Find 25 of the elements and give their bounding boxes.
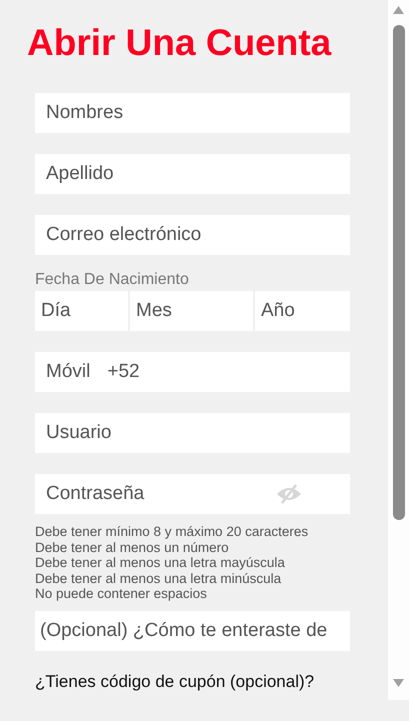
scroll-up-icon[interactable] xyxy=(393,6,404,14)
input-field[interactable]: Usuario xyxy=(35,413,350,453)
date-field[interactable]: Año xyxy=(255,291,350,331)
password-rule: No puede contener espacios xyxy=(35,586,208,602)
phone-field[interactable]: Móvil +52 xyxy=(35,352,350,392)
date-field[interactable]: Día xyxy=(35,291,128,331)
input-field[interactable]: Nombres xyxy=(35,93,350,133)
input-field[interactable]: (Opcional) ¿Cómo te enteraste de xyxy=(35,610,350,650)
eye-slash-icon[interactable] xyxy=(275,484,303,504)
password-rule: Debe tener al menos una letra mayúscula xyxy=(35,555,286,570)
scrollbar[interactable] xyxy=(388,0,409,700)
scroll-thumb[interactable] xyxy=(392,25,404,520)
input-field[interactable]: Apellido xyxy=(35,154,350,194)
coupon-link[interactable]: ¿Tienes código de cupón (opcional)? xyxy=(35,672,314,692)
password-field[interactable]: Contraseña xyxy=(35,474,350,514)
page-title: Abrir Una Cuenta xyxy=(27,21,332,65)
password-rule: Debe tener mínimo 8 y máximo 20 caracteres xyxy=(35,524,308,540)
password-rule: Debe tener al menos una letra minúscula xyxy=(35,570,282,586)
input-field[interactable]: Correo electrónico xyxy=(35,215,350,255)
field-label: Fecha De Nacimiento xyxy=(35,271,189,289)
scroll-down-icon[interactable] xyxy=(393,679,404,687)
country-code: +52 xyxy=(107,361,140,383)
date-field[interactable]: Mes xyxy=(130,291,253,331)
password-rule: Debe tener al menos un número xyxy=(35,540,230,555)
field-label: Móvil xyxy=(46,361,90,383)
